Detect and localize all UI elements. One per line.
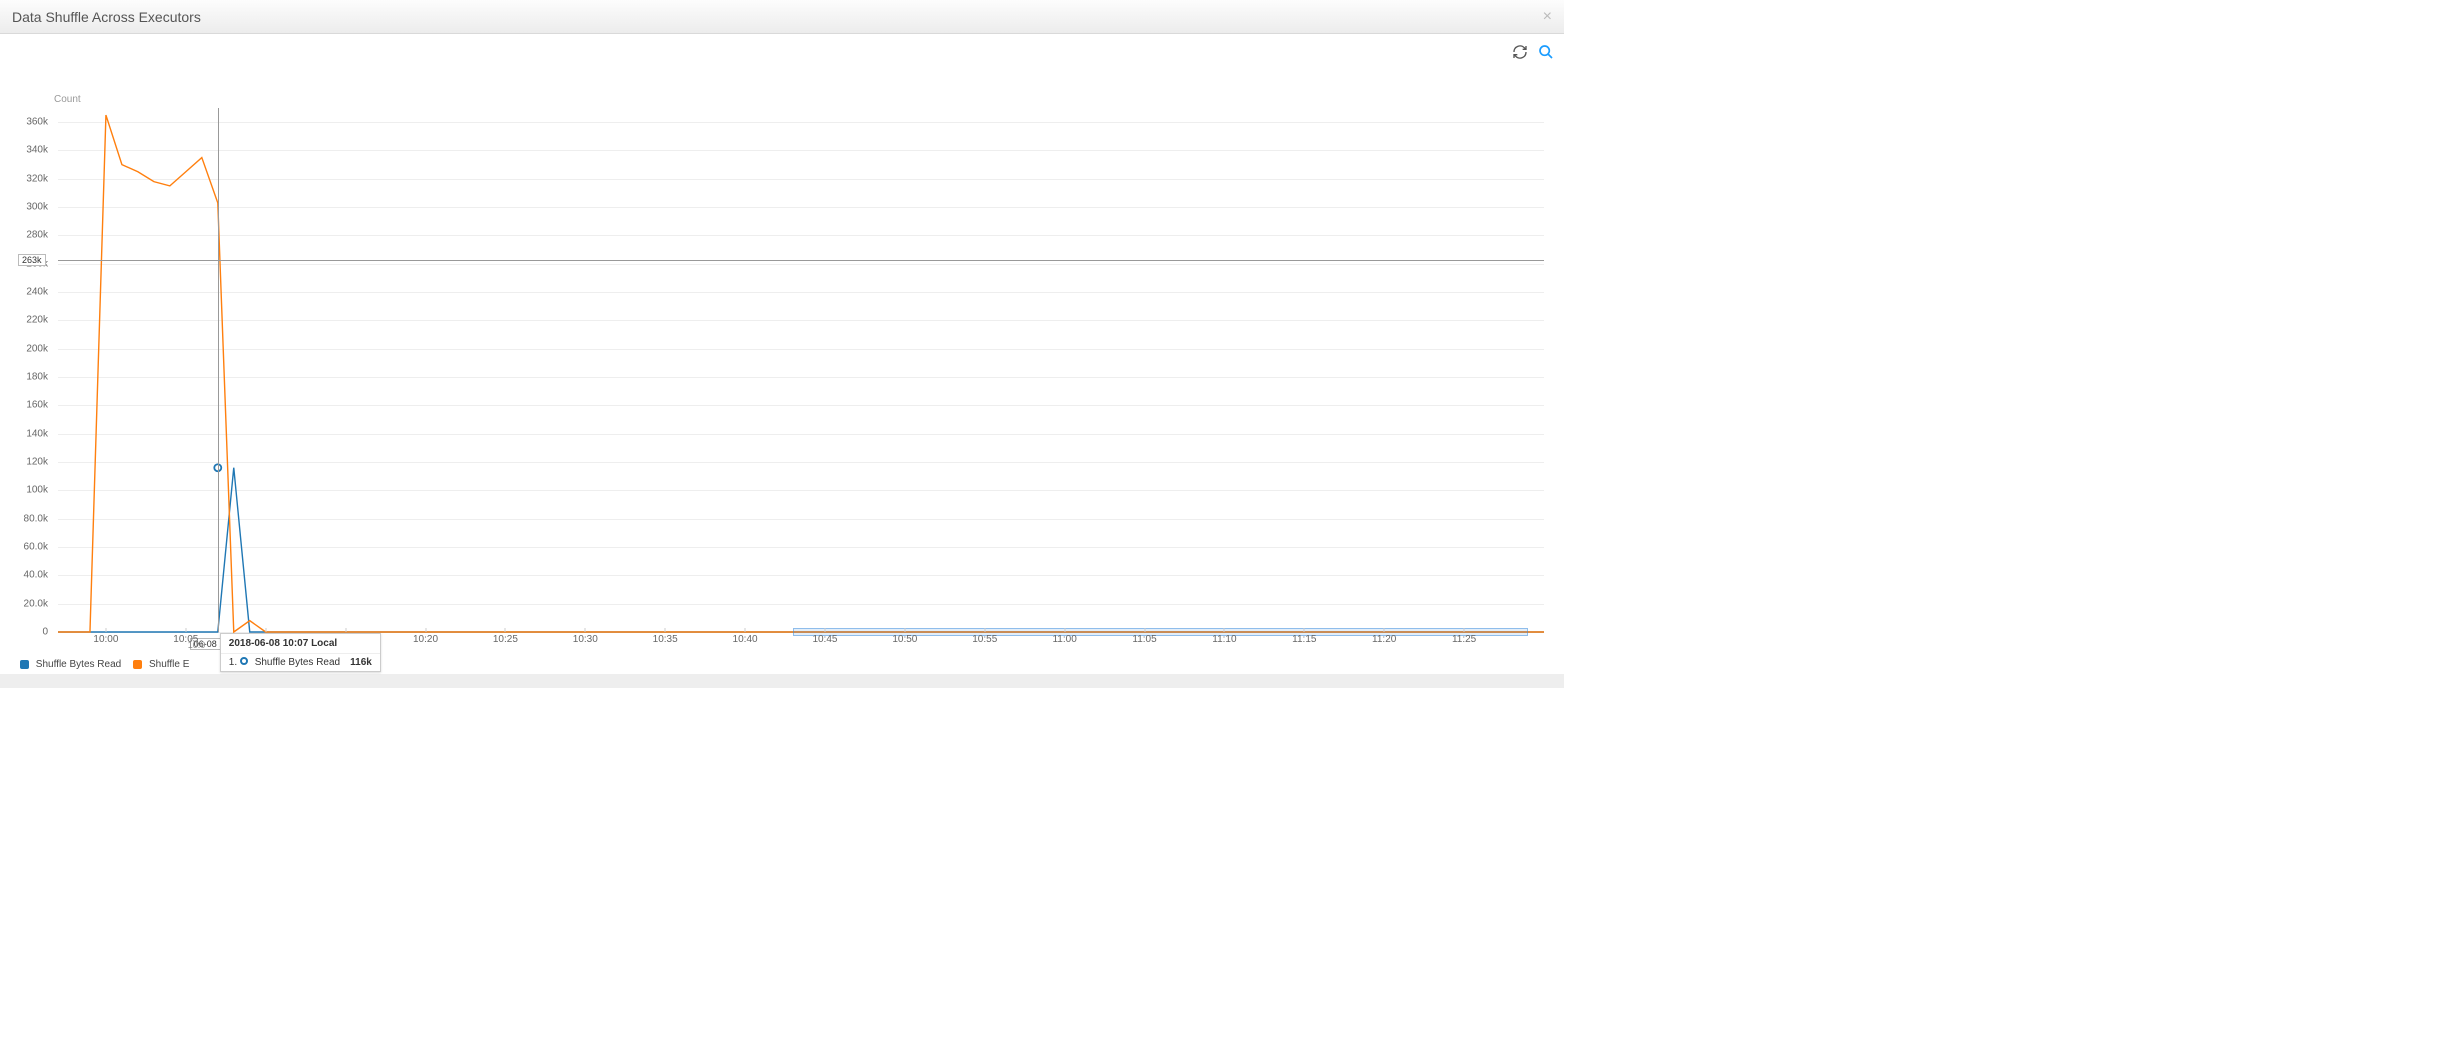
chart-plot-area[interactable] xyxy=(58,108,1544,632)
y-tick-label: 0 xyxy=(42,627,48,638)
panel-header: Data Shuffle Across Executors × xyxy=(0,0,1564,34)
y-tick-label: 240k xyxy=(26,287,48,298)
y-tick-label: 20.0k xyxy=(24,598,48,609)
y-tick-label: 120k xyxy=(26,457,48,468)
x-tick-label: 10:20 xyxy=(413,634,438,645)
x-tick-label: 10:25 xyxy=(493,634,518,645)
y-tick-label: 160k xyxy=(26,400,48,411)
y-tick-label: 100k xyxy=(26,485,48,496)
x-tick-label-truncated: 10:0 xyxy=(188,640,206,650)
x-tick-label: 11:15 xyxy=(1292,634,1316,645)
x-tick-label: 11:00 xyxy=(1052,634,1076,645)
y-tick-label: 140k xyxy=(26,428,48,439)
footer-bar xyxy=(0,674,1564,688)
x-tick-label: 10:30 xyxy=(573,634,598,645)
legend-item[interactable]: Shuffle Bytes Read xyxy=(20,659,121,670)
tooltip-row-value: 116k xyxy=(350,657,372,668)
x-tick-label: 11:25 xyxy=(1452,634,1476,645)
panel-title: Data Shuffle Across Executors xyxy=(12,0,201,34)
close-icon[interactable]: × xyxy=(1543,0,1552,34)
series-marker-icon xyxy=(240,657,248,665)
hover-crosshair-vertical xyxy=(218,108,219,632)
legend-item[interactable]: Shuffle E xyxy=(133,659,189,670)
x-tick-label: 10:35 xyxy=(653,634,678,645)
y-tick-label: 360k xyxy=(26,117,48,128)
y-tick-label: 300k xyxy=(26,202,48,213)
y-tick-label: 220k xyxy=(26,315,48,326)
x-tick-label: 10:50 xyxy=(892,634,917,645)
tooltip-timestamp: 2018-06-08 10:07 Local xyxy=(221,634,380,654)
x-tick-label: 11:10 xyxy=(1212,634,1236,645)
series-line xyxy=(58,115,1544,632)
x-tick-label: 11:20 xyxy=(1372,634,1396,645)
x-tick-label: 10:45 xyxy=(812,634,837,645)
hover-crosshair-horizontal xyxy=(58,260,1544,261)
tooltip-row-label: Shuffle Bytes Read xyxy=(255,657,340,668)
tooltip-row: 1. Shuffle Bytes Read 116k xyxy=(221,654,380,671)
x-tick-label: 10:00 xyxy=(93,634,118,645)
y-axis-title: Count xyxy=(54,94,81,105)
y-tick-label: 60.0k xyxy=(24,542,48,553)
series-line xyxy=(58,468,1544,632)
y-tick-label: 320k xyxy=(26,173,48,184)
y-tick-label: 280k xyxy=(26,230,48,241)
y-tick-label: 80.0k xyxy=(24,513,48,524)
legend-swatch-icon xyxy=(133,660,142,669)
legend-swatch-icon xyxy=(20,660,29,669)
y-tick-label: 200k xyxy=(26,343,48,354)
chart-legend: Shuffle Bytes Read Shuffle E xyxy=(20,659,189,670)
y-tick-label: 40.0k xyxy=(24,570,48,581)
tooltip-row-index: 1. xyxy=(229,657,237,668)
x-tick-label: 11:05 xyxy=(1132,634,1156,645)
y-tick-label: 340k xyxy=(26,145,48,156)
hover-y-value-badge: 263k xyxy=(18,254,46,266)
x-tick-label: 10:40 xyxy=(733,634,758,645)
x-tick-label: 10:55 xyxy=(972,634,997,645)
legend-label: Shuffle E xyxy=(149,659,189,670)
legend-label: Shuffle Bytes Read xyxy=(36,659,121,670)
chart-tooltip: 2018-06-08 10:07 Local 1. Shuffle Bytes … xyxy=(220,633,381,672)
y-tick-label: 180k xyxy=(26,372,48,383)
